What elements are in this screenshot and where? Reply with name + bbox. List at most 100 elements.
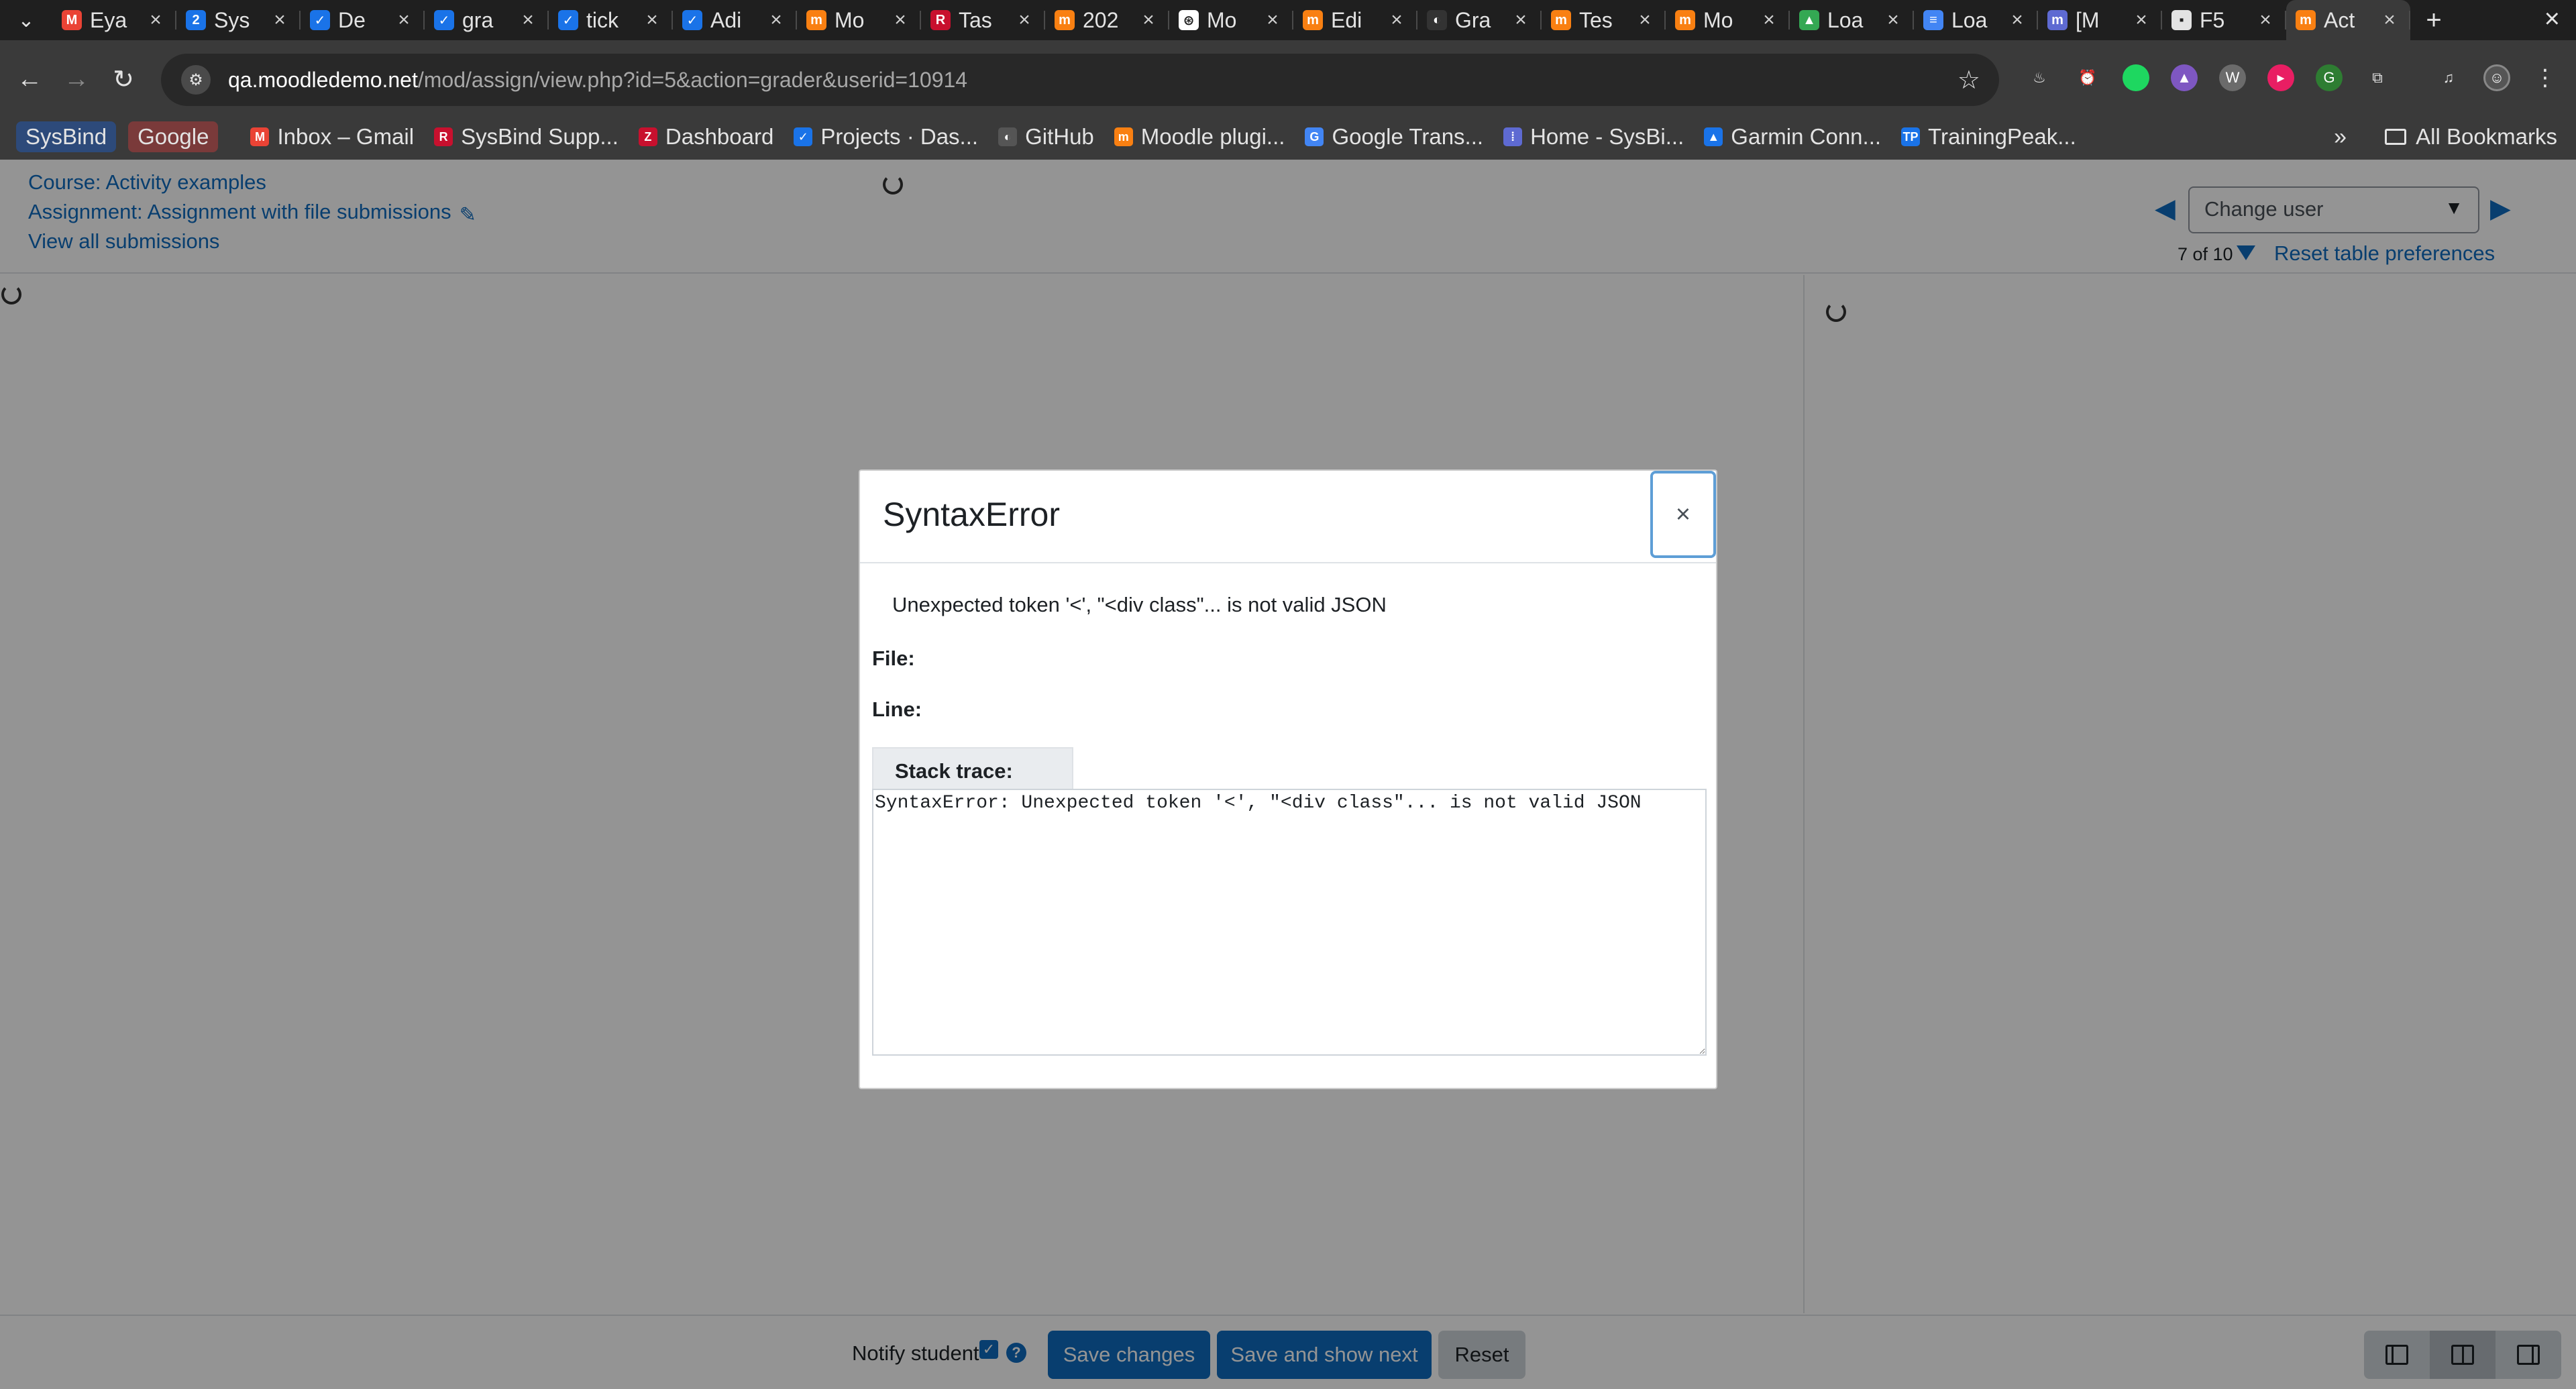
site-info-icon[interactable]: ⚙ [181, 65, 211, 95]
browser-tab[interactable]: m Act × [2286, 0, 2410, 40]
extensions-puzzle-icon[interactable]: ⧉ [2364, 64, 2391, 91]
browser-tab[interactable]: ✓ gra × [425, 0, 549, 40]
browser-tab[interactable]: M Eya × [52, 0, 176, 40]
github-icon: ◐ [998, 127, 1018, 146]
tab-close-icon[interactable]: × [1758, 9, 1780, 32]
browser-tab[interactable]: m 202 × [1045, 0, 1169, 40]
tab-title: Mo [1703, 7, 1733, 32]
new-tab-button[interactable]: + [2410, 5, 2457, 36]
all-bookmarks-button[interactable]: All Bookmarks [2385, 124, 2557, 150]
gitlab-icon: ✓ [434, 10, 454, 30]
bookmark-group-chip[interactable]: Google [128, 121, 219, 152]
browser-tab-strip: ⌄ M Eya × 2 Sys × ✓ De × ✓ gra × ✓ tick × ✓ Adi × m Mo × R Tas… [0, 0, 2576, 40]
mountain-extension-icon[interactable]: ▲ [2171, 64, 2198, 91]
browser-menu-icon[interactable]: ⋮ [2532, 64, 2559, 91]
profile-avatar[interactable]: ☺ [2483, 64, 2510, 91]
browser-tab[interactable]: ✓ De × [301, 0, 425, 40]
moodle-hat-icon: m [1303, 10, 1323, 30]
stack-trace-textarea[interactable]: SyntaxError: Unexpected token '<', "<div… [872, 789, 1707, 1056]
tab-close-icon[interactable]: × [392, 9, 415, 32]
close-icon[interactable]: × [1650, 471, 1716, 558]
browser-tab[interactable]: m Edi × [1293, 0, 1417, 40]
zendesk-icon: Z [638, 127, 657, 146]
w-extension-icon[interactable]: W [2219, 64, 2246, 91]
garmin-icon: ▲ [1704, 127, 1723, 146]
bookmark-item[interactable]: ◐ GitHub [998, 124, 1094, 150]
browser-tab[interactable]: m [M × [2038, 0, 2162, 40]
bookmark-item[interactable]: G Google Trans... [1305, 124, 1483, 150]
address-bar[interactable]: ⚙ qa.moodledemo.net/mod/assign/view.php?… [161, 54, 1999, 106]
tab-close-icon[interactable]: × [641, 9, 663, 32]
tab-title: Mo [835, 7, 865, 32]
translate-icon: G [1305, 127, 1324, 146]
tab-title: F5 [2200, 7, 2225, 32]
green-dot-extension-icon[interactable] [2123, 64, 2149, 91]
bookmark-item[interactable]: m Moodle plugi... [1114, 124, 1285, 150]
tab-close-icon[interactable]: × [144, 9, 167, 32]
browser-tab[interactable]: ✓ tick × [549, 0, 673, 40]
browser-tab[interactable]: ▪ F5 × [2162, 0, 2286, 40]
browser-tab[interactable]: ▲ Loa × [1790, 0, 1914, 40]
close-window-icon[interactable]: × [2544, 4, 2560, 34]
back-arrow-icon[interactable]: ← [8, 58, 51, 101]
bookmark-group-chip[interactable]: SysBind [16, 121, 117, 152]
bookmark-item[interactable]: ✓ Projects · Das... [794, 124, 978, 150]
more-bookmarks-chevron-icon[interactable]: » [2334, 124, 2347, 150]
browser-tab[interactable]: ⊛ Mo × [1169, 0, 1293, 40]
tab-close-icon[interactable]: × [517, 9, 539, 32]
moodle-icon: m [1114, 127, 1133, 146]
bookmark-item[interactable]: M Inbox – Gmail [250, 124, 414, 150]
bookmark-label: Moodle plugi... [1140, 124, 1285, 149]
tab-close-icon[interactable]: × [1013, 9, 1036, 32]
tab-close-icon[interactable]: × [2254, 9, 2277, 32]
bookmark-item[interactable]: ▲ Garmin Conn... [1704, 124, 1881, 150]
browser-tab[interactable]: ≡ Loa × [1914, 0, 2038, 40]
bookmark-item[interactable]: Z Dashboard [638, 124, 773, 150]
browser-tab[interactable]: m Tes × [1542, 0, 1666, 40]
browser-tab[interactable]: R Tas × [921, 0, 1045, 40]
tab-close-icon[interactable]: × [2378, 9, 2401, 32]
bookmark-list: M Inbox – Gmail R SysBind Supp... Z Dashboard… [250, 124, 2096, 150]
alarm-extension-icon[interactable]: ⏰ [2074, 64, 2101, 91]
browser-tab[interactable]: ◐ Gra × [1417, 0, 1542, 40]
tab-close-icon[interactable]: × [1882, 9, 1904, 32]
tab-title: Tes [1579, 7, 1613, 32]
bookmark-item[interactable]: TP TrainingPeak... [1901, 124, 2076, 150]
grammarly-extension-icon[interactable]: G [2316, 64, 2343, 91]
bookmark-label: Inbox – Gmail [277, 124, 415, 149]
tab-close-icon[interactable]: × [1385, 9, 1408, 32]
video-extension-icon[interactable]: ▸ [2267, 64, 2294, 91]
browser-tab[interactable]: 2 Sys × [176, 0, 301, 40]
browser-tab[interactable]: ✓ Adi × [673, 0, 797, 40]
bookmark-group-chips: SysBind Google [16, 121, 230, 152]
moodle-icon: m [806, 10, 826, 30]
browser-tab[interactable]: m Mo × [1666, 0, 1790, 40]
gmail-icon: M [62, 10, 82, 30]
gitlab-icon: ✓ [794, 127, 813, 146]
tab-title: [M [2076, 7, 2100, 32]
bookmark-star-icon[interactable]: ☆ [1957, 65, 1980, 95]
reload-icon[interactable]: ↻ [102, 58, 145, 101]
bookmark-item[interactable]: ⁞ Home - SysBi... [1503, 124, 1684, 150]
tab-close-icon[interactable]: × [1261, 9, 1284, 32]
openai-icon: ⊛ [1179, 10, 1199, 30]
tab-close-icon[interactable]: × [1137, 9, 1160, 32]
bookmark-label: Google Trans... [1332, 124, 1484, 149]
sysbind-icon: 2 [186, 10, 206, 30]
drive-icon: ▲ [1799, 10, 1819, 30]
url-host: qa.moodledemo.net [228, 67, 418, 92]
tab-close-icon[interactable]: × [268, 9, 291, 32]
fire-extension-icon[interactable]: ♨ [2026, 64, 2053, 91]
bookmark-item[interactable]: R SysBind Supp... [434, 124, 619, 150]
media-control-icon[interactable]: ♫ [2435, 64, 2462, 91]
tab-close-icon[interactable]: × [2130, 9, 2153, 32]
tab-close-icon[interactable]: × [1509, 9, 1532, 32]
browser-tab[interactable]: m Mo × [797, 0, 921, 40]
tab-search-chevron-icon[interactable]: ⌄ [0, 0, 52, 40]
tab-close-icon[interactable]: × [2006, 9, 2029, 32]
tab-close-icon[interactable]: × [765, 9, 788, 32]
tab-close-icon[interactable]: × [1633, 9, 1656, 32]
tab-close-icon[interactable]: × [889, 9, 912, 32]
tab-title: Loa [1827, 7, 1864, 32]
forward-arrow-icon[interactable]: → [55, 58, 98, 101]
